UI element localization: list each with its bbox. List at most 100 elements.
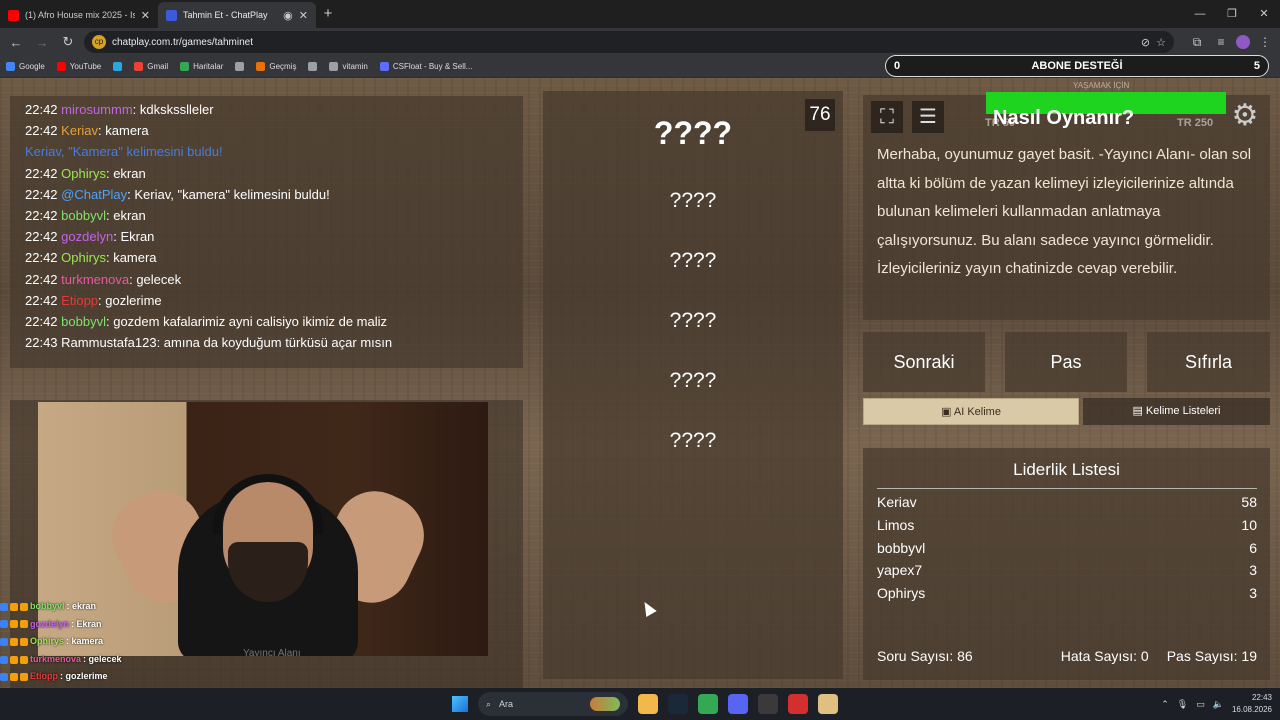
forbidden-word: ????	[669, 189, 717, 212]
windows-start-icon[interactable]	[452, 696, 468, 712]
forward-button[interactable]: →	[32, 35, 52, 50]
profile-avatar[interactable]	[1236, 35, 1250, 49]
message-text: : gozdem kafalarimiz ayni calisiyo ikimi…	[105, 314, 388, 330]
tab-title: Tahmin Et - ChatPlay	[183, 10, 268, 20]
taskbar-search[interactable]: ⌕ Ara	[478, 692, 628, 716]
url-text[interactable]: chatplay.com.tr/games/tahminet	[112, 37, 1135, 48]
search-icon: ⌕	[486, 698, 492, 709]
game-page: 22:42 mirosummm: kdksksslleler 22:42 Keri…	[0, 78, 1280, 688]
bookmark-csfloat[interactable]: CSFloat - Buy & Sell...	[379, 62, 472, 71]
message-user[interactable]: turkmenova	[61, 272, 129, 287]
address-bar[interactable]: cp chatplay.com.tr/games/tahminet ⊘ ☆	[84, 31, 1174, 53]
message-user[interactable]: bobbyvl	[61, 208, 106, 223]
message-user[interactable]: Keriav	[61, 123, 98, 138]
mic-icon[interactable]: 🎙	[1177, 699, 1188, 710]
error-count: Hata Sayısı: 0	[1060, 648, 1149, 664]
windows-taskbar: ⌕ Ara ⌃ 🎙 ▭ 🔈 22:43 16.08.2026	[0, 688, 1280, 720]
bookmark-maps[interactable]: Haritalar	[180, 62, 223, 71]
back-button[interactable]: ←	[6, 35, 26, 50]
chat-message: 22:42 turkmenova: gelecek	[25, 269, 508, 290]
media-icon[interactable]: ≡	[1212, 35, 1230, 49]
next-button[interactable]: Sonraki	[863, 332, 985, 392]
clock[interactable]: 22:43 16.08.2026	[1232, 692, 1272, 716]
forbidden-word: ????	[669, 369, 717, 392]
player-name: corbasiz	[877, 605, 929, 607]
app-icon[interactable]	[818, 694, 838, 714]
eye-off-icon[interactable]: ⊘	[1141, 36, 1150, 49]
message-user[interactable]: bobbyvl	[61, 314, 106, 329]
message-user[interactable]: Etiopp	[61, 293, 98, 308]
leaderboard-row: yapex7 3	[877, 559, 1257, 582]
browser-tabstrip: (1) Afro House mix 2025 - Islan ✕ Tahmin…	[0, 0, 1280, 28]
tab-chatplay[interactable]: Tahmin Et - ChatPlay ◉ ✕	[158, 2, 316, 28]
list-icon: ▤	[1132, 405, 1146, 417]
gear-icon[interactable]: ⚙	[1228, 99, 1262, 133]
youtube-icon	[56, 62, 66, 71]
bookmark-globe-2[interactable]	[308, 62, 318, 71]
message-user[interactable]: gozdelyn	[61, 229, 113, 244]
message-user[interactable]: Ophirys	[61, 166, 106, 181]
close-window-button[interactable]: ✕	[1248, 0, 1280, 28]
file-explorer-icon[interactable]	[638, 694, 658, 714]
minimize-button[interactable]: —	[1184, 0, 1216, 28]
stream-chat-overlay: bobbyvl : ekran gozdelyn : Ekran Ophirys :…	[0, 598, 520, 688]
reset-button[interactable]: Sıfırla	[1147, 332, 1270, 392]
forbidden-word: ????	[669, 309, 717, 332]
google-icon	[6, 62, 15, 71]
tab-ai-word[interactable]: ▣ AI Kelime	[863, 398, 1079, 425]
expand-icon[interactable]: ⛶	[871, 101, 903, 133]
notes-icon[interactable]: ☰	[912, 101, 944, 133]
forbidden-word: ????	[669, 429, 717, 452]
tab-word-lists[interactable]: ▤ Kelime Listeleri	[1083, 398, 1270, 425]
badge-icon	[20, 637, 28, 646]
star-icon[interactable]: ☆	[1156, 36, 1166, 49]
support-right-count: 5	[1253, 60, 1260, 72]
search-highlight-icon	[590, 697, 620, 711]
menu-icon[interactable]: ⋮	[1256, 35, 1274, 49]
steam-icon[interactable]	[668, 694, 688, 714]
player-name: bobbyvl	[877, 539, 926, 556]
message-user[interactable]: Rammustafa123	[61, 335, 156, 350]
message-text: : Keriav, "kamera" kelimesini buldu!	[127, 186, 330, 202]
chrome-icon[interactable]	[698, 694, 718, 714]
forbidden-word: ????	[669, 249, 717, 272]
telegram-icon	[113, 62, 123, 71]
overlay-text: : gozdem kafalarimiz ayni calisiyo ikimi…	[67, 686, 277, 688]
extensions-icon[interactable]: ⧉	[1188, 35, 1206, 50]
volume-icon[interactable]: 🔈	[1213, 699, 1224, 710]
message-user[interactable]: Ophirys	[61, 250, 106, 265]
history-icon	[256, 62, 266, 71]
gmail-icon	[134, 62, 144, 71]
discord-icon[interactable]	[728, 694, 748, 714]
close-tab-icon[interactable]: ✕	[299, 9, 308, 22]
message-user[interactable]: @ChatPlay	[61, 187, 127, 202]
reload-button[interactable]: ↻	[58, 34, 78, 50]
chevron-up-icon[interactable]: ⌃	[1161, 699, 1169, 710]
pass-button[interactable]: Pas	[1005, 332, 1127, 392]
site-info-icon[interactable]: cp	[92, 35, 106, 49]
bookmark-history[interactable]: Geçmiş	[256, 62, 296, 71]
overlay-user: Etiopp	[30, 671, 58, 682]
support-left-count: 0	[894, 60, 901, 72]
leaderboard-row: corbasiz 1	[877, 605, 1257, 607]
bookmark-google[interactable]: Google	[6, 62, 45, 71]
system-tray: ⌃ 🎙 ▭ 🔈 22:43 16.08.2026	[1161, 688, 1272, 720]
message-user[interactable]: mirosummm	[61, 102, 133, 117]
obs-icon[interactable]	[758, 694, 778, 714]
close-tab-icon[interactable]: ✕	[141, 9, 150, 22]
bookmark-telegram[interactable]	[113, 62, 123, 71]
recording-icon: ◉	[283, 9, 293, 22]
bookmark-vitamin[interactable]: vitamin	[329, 62, 368, 71]
chat-message: 22:42 Etiopp: gozlerime	[25, 290, 508, 311]
red-app-icon[interactable]	[788, 694, 808, 714]
network-icon[interactable]: ▭	[1196, 699, 1205, 710]
bookmark-youtube[interactable]: YouTube	[56, 62, 101, 71]
chatplay-icon	[166, 9, 177, 21]
new-tab-button[interactable]: +	[316, 2, 340, 28]
badge-icon	[10, 637, 18, 646]
bookmark-gmail[interactable]: Gmail	[134, 62, 168, 71]
overlay-user: bobbyvl	[30, 601, 65, 611]
tab-youtube[interactable]: (1) Afro House mix 2025 - Islan ✕	[0, 2, 158, 28]
restore-button[interactable]: ❐	[1216, 0, 1248, 28]
bookmark-globe[interactable]	[235, 62, 245, 71]
